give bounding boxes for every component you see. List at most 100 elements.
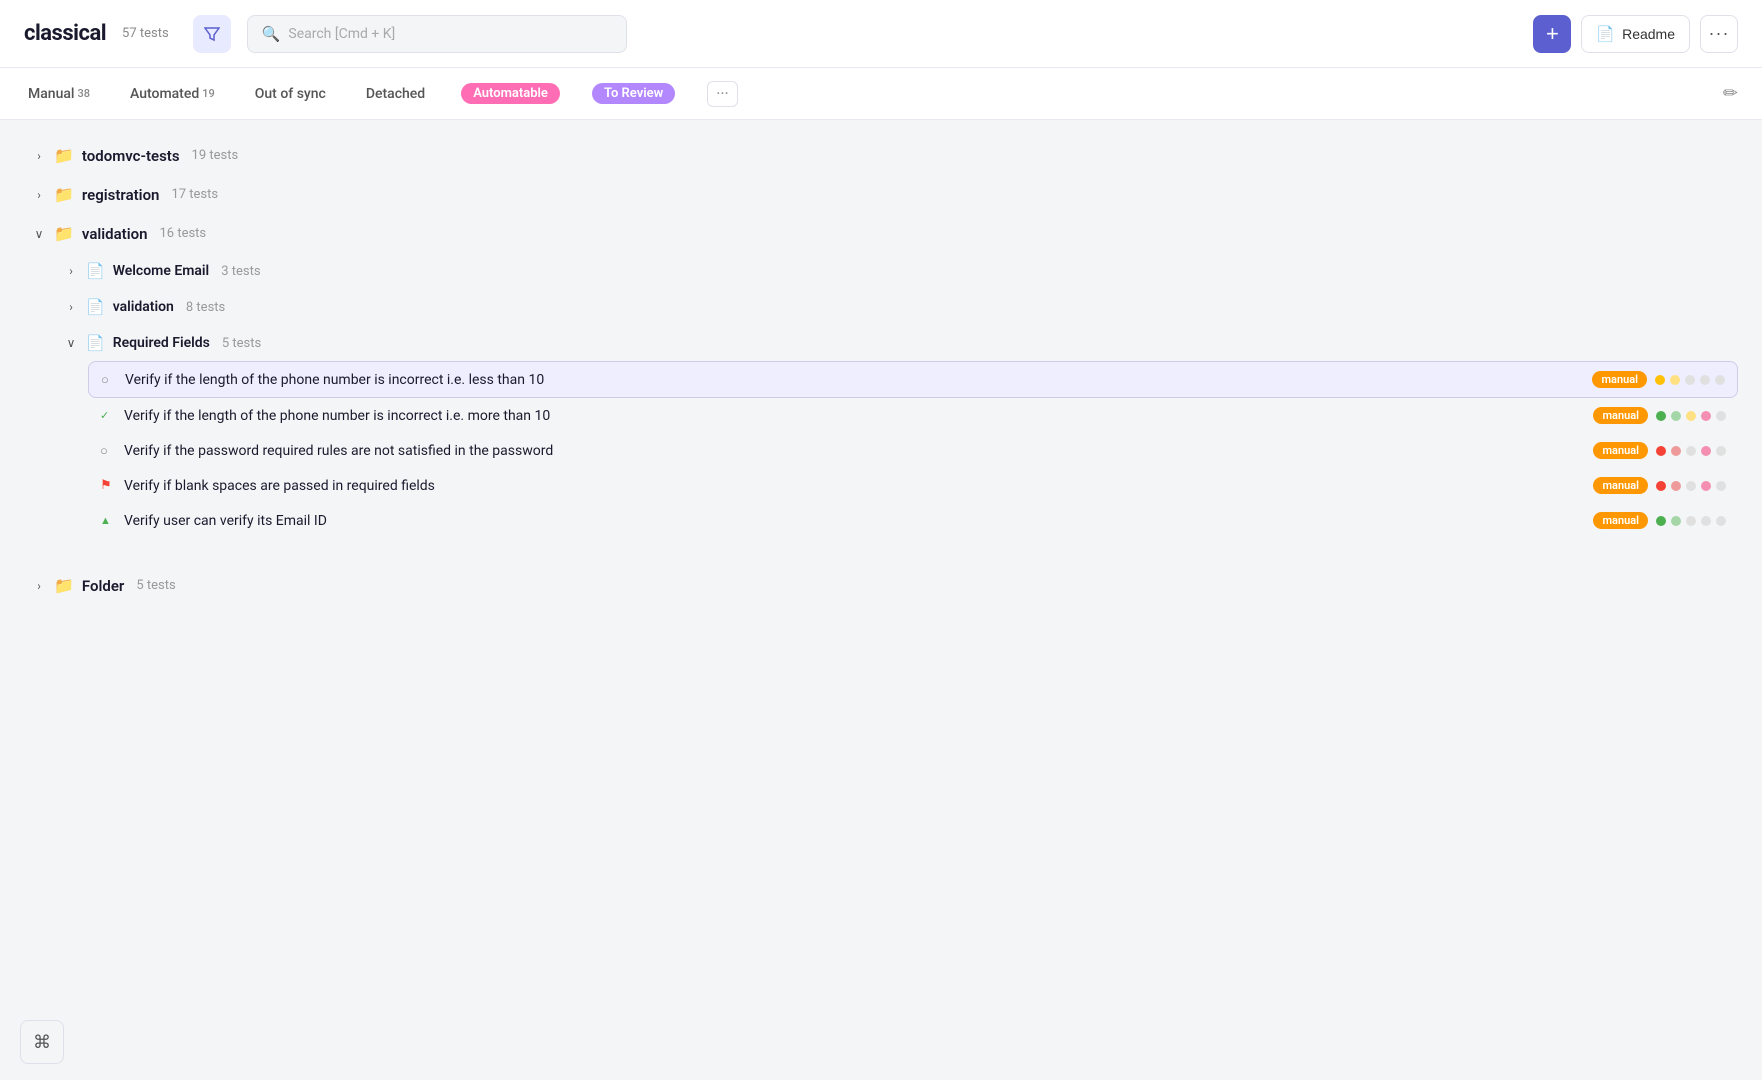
folder-registration[interactable]: › 📁 registration 17 tests <box>24 175 1738 214</box>
table-row[interactable]: ▲ Verify user can verify its Email ID ma… <box>88 503 1738 538</box>
folder-icon: 📁 <box>54 224 74 243</box>
status-icon: ○ <box>100 443 116 459</box>
table-row[interactable]: ○ Verify if the password required rules … <box>88 433 1738 468</box>
tab-detached[interactable]: Detached <box>362 68 429 119</box>
dot <box>1700 375 1710 385</box>
tab-out-of-sync[interactable]: Out of sync <box>251 68 330 119</box>
dot <box>1715 375 1725 385</box>
status-icon: ○ <box>101 372 117 388</box>
readme-label: Readme <box>1622 26 1675 42</box>
dot <box>1686 411 1696 421</box>
dot <box>1685 375 1695 385</box>
dot <box>1671 516 1681 526</box>
dot <box>1686 481 1696 491</box>
subfolder-count: 3 tests <box>221 264 260 279</box>
folder-name: validation <box>82 225 148 243</box>
filter-icon <box>204 26 220 42</box>
folder-count: 17 tests <box>171 187 218 202</box>
folder-name: todomvc-tests <box>82 147 180 165</box>
run-dots <box>1655 375 1725 385</box>
status-icon: ✓ <box>100 409 116 422</box>
dot <box>1686 516 1696 526</box>
table-row[interactable]: ⚑ Verify if blank spaces are passed in r… <box>88 468 1738 503</box>
dot <box>1656 446 1666 456</box>
status-icon: ⚑ <box>100 478 116 493</box>
dot <box>1716 411 1726 421</box>
test-name: Verify if the password required rules ar… <box>124 443 1585 459</box>
run-dots <box>1656 481 1726 491</box>
search-box[interactable]: 🔍 Search [Cmd + K] <box>247 15 627 53</box>
badge-manual: manual <box>1593 407 1648 424</box>
table-row[interactable]: ○ Verify if the length of the phone numb… <box>88 361 1738 398</box>
dot <box>1716 516 1726 526</box>
readme-button[interactable]: 📄 Readme <box>1581 15 1690 53</box>
badge-manual: manual <box>1592 371 1647 388</box>
more-button[interactable]: ··· <box>1700 15 1738 53</box>
dot <box>1671 446 1681 456</box>
chevron-right-icon: › <box>32 149 46 163</box>
app-logo: classical <box>24 21 106 46</box>
dot <box>1716 446 1726 456</box>
subfolder-welcome-email[interactable]: › 📄 Welcome Email 3 tests <box>56 253 1738 289</box>
status-icon: ▲ <box>100 514 116 527</box>
tab-automatable[interactable]: Automatable <box>461 83 560 104</box>
run-dots <box>1656 516 1726 526</box>
file-icon: 📄 <box>86 262 105 280</box>
add-button[interactable]: + <box>1533 15 1571 53</box>
keyboard-shortcut-badge[interactable]: ⌘ <box>20 1020 64 1064</box>
dot <box>1701 446 1711 456</box>
test-list: ○ Verify if the length of the phone numb… <box>88 361 1738 538</box>
main-content: › 📁 todomvc-tests 19 tests › 📁 registrat… <box>0 120 1762 621</box>
subfolder-required-fields[interactable]: ∨ 📄 Required Fields 5 tests <box>56 325 1738 361</box>
test-name: Verify if the length of the phone number… <box>125 372 1584 388</box>
table-row[interactable]: ✓ Verify if the length of the phone numb… <box>88 398 1738 433</box>
folder-folder[interactable]: › 📁 Folder 5 tests <box>24 566 1738 605</box>
folder-name: registration <box>82 186 160 204</box>
run-dots <box>1656 446 1726 456</box>
badge-manual: manual <box>1593 442 1648 459</box>
chevron-down-icon: ∨ <box>32 227 46 241</box>
badge-manual: manual <box>1593 477 1648 494</box>
test-name: Verify user can verify its Email ID <box>124 513 1585 529</box>
chevron-right-icon: › <box>64 264 78 278</box>
dot <box>1671 411 1681 421</box>
folder-name: Folder <box>82 577 124 595</box>
tests-count: 57 tests <box>122 26 169 41</box>
subfolder-count: 8 tests <box>186 300 225 315</box>
folder-validation[interactable]: ∨ 📁 validation 16 tests <box>24 214 1738 253</box>
readme-icon: 📄 <box>1596 25 1615 43</box>
tab-manual[interactable]: Manual38 <box>24 68 94 119</box>
badge-manual: manual <box>1593 512 1648 529</box>
chevron-right-icon: › <box>32 188 46 202</box>
tabs-right: ✏ <box>1723 83 1738 104</box>
search-placeholder: Search [Cmd + K] <box>288 26 395 42</box>
folder-count: 19 tests <box>192 148 239 163</box>
chevron-down-icon: ∨ <box>64 336 78 350</box>
dot <box>1656 411 1666 421</box>
folder-icon: 📁 <box>54 185 74 204</box>
folder-count: 5 tests <box>136 578 175 593</box>
filter-button[interactable] <box>193 15 231 53</box>
tab-automated[interactable]: Automated19 <box>126 68 219 119</box>
dot <box>1656 481 1666 491</box>
tab-to-review[interactable]: To Review <box>592 83 675 104</box>
tab-more[interactable]: ··· <box>707 81 738 107</box>
subfolder-name: validation <box>113 299 174 315</box>
search-icon: 🔍 <box>262 25 281 43</box>
subfolder-name: Required Fields <box>113 335 210 351</box>
folder-icon: 📁 <box>54 576 74 595</box>
dot <box>1671 481 1681 491</box>
dot <box>1670 375 1680 385</box>
header-right: + 📄 Readme ··· <box>1533 15 1738 53</box>
folder-count: 16 tests <box>159 226 206 241</box>
edit-icon[interactable]: ✏ <box>1723 83 1738 104</box>
test-name: Verify if blank spaces are passed in req… <box>124 478 1585 494</box>
dot <box>1655 375 1665 385</box>
dot <box>1701 516 1711 526</box>
subfolder-validation[interactable]: › 📄 validation 8 tests <box>56 289 1738 325</box>
test-name: Verify if the length of the phone number… <box>124 408 1585 424</box>
chevron-right-icon: › <box>64 300 78 314</box>
folder-todomvc-tests[interactable]: › 📁 todomvc-tests 19 tests <box>24 136 1738 175</box>
folder-icon: 📁 <box>54 146 74 165</box>
subfolder-name: Welcome Email <box>113 263 210 279</box>
